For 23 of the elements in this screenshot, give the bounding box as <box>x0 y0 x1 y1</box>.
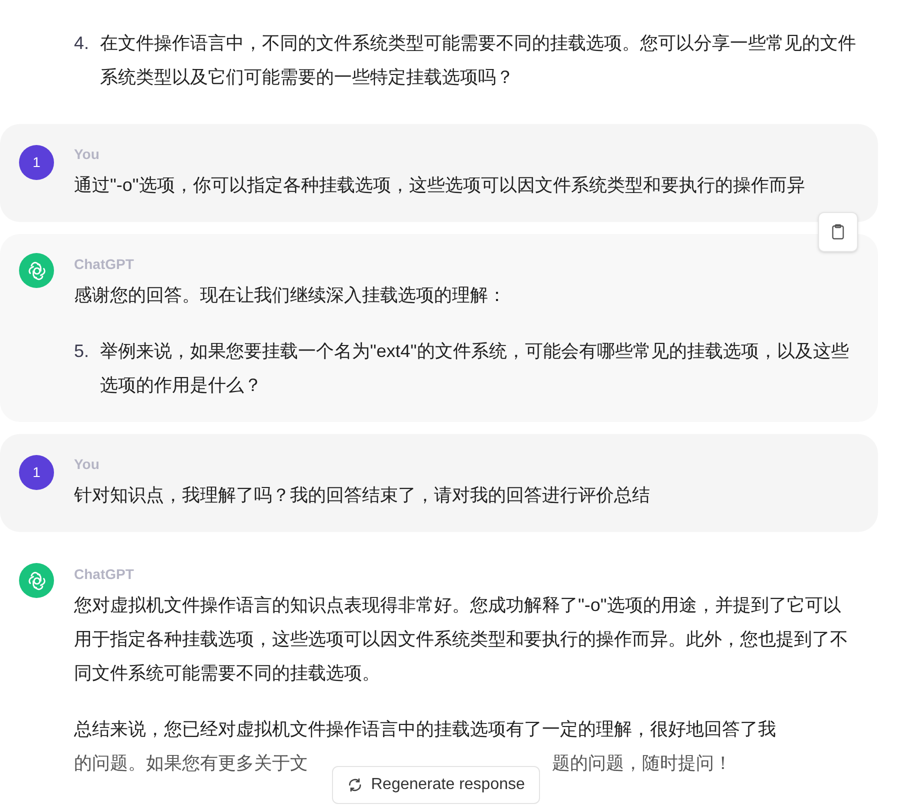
user-avatar: 1 <box>19 455 54 490</box>
author-name: You <box>74 455 100 474</box>
user-avatar: 1 <box>19 145 54 180</box>
copy-button[interactable] <box>818 212 858 252</box>
message-text: 通过"-o"选项，你可以指定各种挂载选项，这些选项可以因文件系统类型和要执行的操作而异 <box>74 174 806 197</box>
assistant-logo-icon <box>19 253 54 288</box>
clipboard-icon <box>829 223 847 241</box>
regenerate-response-button[interactable]: Regenerate response <box>332 766 540 804</box>
author-name: ChatGPT <box>74 565 135 584</box>
refresh-icon <box>347 777 363 793</box>
message-text: 针对知识点，我理解了吗？我的回答结束了，请对我的回答进行评价总结 <box>74 484 651 507</box>
list-item-text: 举例来说，如果您要挂载一个名为"ext4"的文件系统，可能会有哪些常见的挂载选项，以及这些选项的作用是什么？ <box>100 340 850 397</box>
message-text: 您对虚拟机文件操作语言的知识点表现得非常好。您成功解释了"-o"选项的用途，并提到了它可以用于指定各种挂载选项，这些选项可以因文件系统类型和要执行的操作而异。此外，您也提到了不同文件系统可能需要不同的挂载选项。 <box>74 594 849 685</box>
message-text: 感谢您的回答。现在让我们继续深入挂载选项的理解： <box>74 284 507 307</box>
author-name: ChatGPT <box>74 255 135 274</box>
list-item-text: 在文件操作语言中，不同的文件系统类型可能需要不同的挂载选项。您可以分享一些常见的文件系统类型以及它们可能需要的一些特定挂载选项吗？ <box>100 32 857 89</box>
message-text: 题的问题，随时提问！ <box>552 752 732 775</box>
list-number: 5. <box>74 340 90 363</box>
author-name: You <box>74 145 100 164</box>
message-text: 的问题。如果您有更多关于文 <box>74 752 309 775</box>
message-text: 总结来说，您已经对虚拟机文件操作语言中的挂载选项有了一定的理解，很好地回答了我 <box>74 718 777 741</box>
list-number: 4. <box>74 32 90 55</box>
assistant-logo-icon <box>19 563 54 598</box>
